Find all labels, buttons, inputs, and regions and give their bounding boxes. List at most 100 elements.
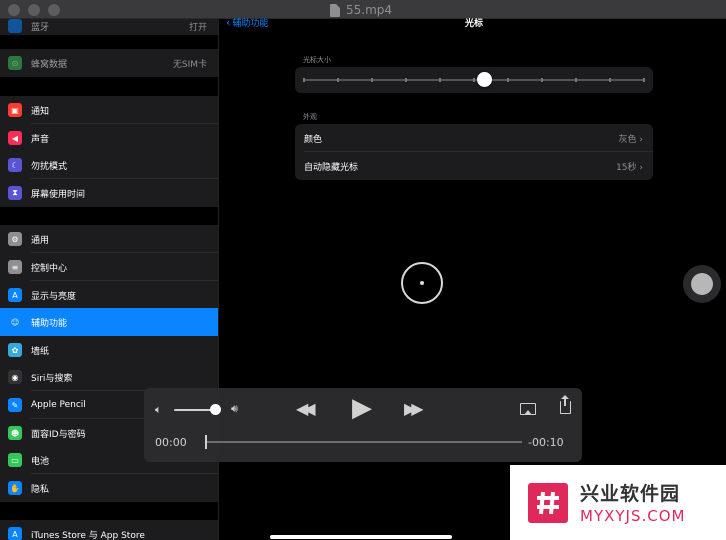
gear-icon: ⚙ [8,232,22,246]
sidebar-item-hourglass[interactable]: ⧗ 屏幕使用时间 [0,179,218,207]
chevron-right-icon: › [639,134,643,145]
back-button[interactable]: ‹ 辅助功能 [226,16,268,29]
auto-hide-row-value: 15秒 › [616,162,643,173]
volume-slider-knob[interactable] [210,404,222,415]
bluetooth-icon [8,19,22,33]
siri-icon: ◉ [8,370,22,384]
face-id-icon: ☻ [8,426,22,440]
timeline-scrubber[interactable] [206,441,522,443]
watermark: 兴业软件园 MYXYJS.COM [510,465,726,540]
appearance-card: 颜色 灰色 › 自动隐藏光标 15秒 › [295,124,653,180]
sidebar-item-label: 隐私 [31,484,50,495]
sidebar-item-label: 声音 [31,134,50,145]
sidebar-item-label: Siri与搜索 [31,373,73,384]
home-indicator [270,535,452,539]
sidebar-item-label: iTunes Store 与 App Store [31,530,145,540]
accessibility-icon: ☺ [8,315,22,329]
volume-high-icon: 🔊︎ [231,402,238,415]
sidebar-item-antenna[interactable]: ⊙ 蜂窝数据 无SIM卡 [0,49,218,77]
slider-tick [575,78,577,82]
remaining-time: -00:10 [528,436,564,449]
appearance-section-label: 外观 [303,113,317,121]
document-icon [330,3,340,17]
flower-icon: ✿ [8,343,22,357]
close-window-button[interactable] [8,4,20,16]
pointer-size-section-label: 光标大小 [303,56,331,64]
sidebar-item-label: 勿扰模式 [31,161,68,172]
sidebar-item-label: 控制中心 [31,263,68,274]
watermark-line2: MYXYJS.COM [580,507,686,525]
sidebar-item-gear[interactable]: ⚙ 通用 [0,225,218,253]
slider-tick [541,78,543,82]
color-row[interactable]: 颜色 灰色 › [295,124,653,152]
share-icon[interactable] [560,395,571,414]
sidebar-item-value: 无SIM卡 [172,59,207,70]
volume-low-icon: 🔈︎ [155,403,162,416]
pencil-icon: ✎ [8,398,22,412]
minimize-window-button[interactable] [28,4,40,16]
assistive-touch-button[interactable] [683,265,721,303]
sidebar-item-label: 蜂窝数据 [31,59,68,70]
slider-tick [609,78,611,82]
sidebar-item-notifications[interactable]: ▣ 通知 [0,96,218,124]
notifications-icon: ▣ [8,103,22,117]
video-player-controls: 🔈︎ 🔊︎ ◀◀ ▶ ▶▶ 00:00 -00:10 [144,388,582,462]
hand-icon: ✋ [8,481,22,495]
antenna-icon: ⊙ [8,56,22,70]
pointer-cursor [401,262,443,304]
moon-icon: ☾ [8,158,22,172]
sidebar-item-label: 蓝牙 [31,22,50,33]
sidebar-item-value: 打开 [188,22,207,33]
auto-hide-row[interactable]: 自动隐藏光标 15秒 › [295,152,653,180]
fast-forward-icon[interactable]: ▶▶ [404,401,423,417]
sidebar-item-label: 面容ID与密码 [31,429,86,440]
pointer-size-slider-track[interactable] [303,78,645,82]
sidebar-item-label: 通用 [31,235,50,246]
back-button-label: 辅助功能 [232,19,269,29]
sidebar-item-accessibility[interactable]: ☺ 辅助功能 [0,308,218,336]
sidebar-item-label: 电池 [31,456,50,467]
rewind-icon[interactable]: ◀◀ [296,401,315,417]
sidebar-item-text-size[interactable]: A 显示与亮度 [0,281,218,309]
window-title: 55.mp4 [330,1,392,19]
timeline-playhead[interactable] [205,435,207,449]
sidebar-item-switches[interactable]: ≡ 控制中心 [0,253,218,281]
sidebar-item-label: 辅助功能 [31,318,68,329]
sidebar-item-flower[interactable]: ✿ 墙纸 [0,336,218,364]
slider-tick [643,78,645,82]
slider-tick [439,78,441,82]
pointer-size-slider-thumb[interactable] [477,72,493,87]
sidebar-item-bluetooth[interactable]: 蓝牙 打开 [0,19,218,35]
sidebar-item-label: Apple Pencil [31,400,86,410]
slider-tick [371,78,373,82]
sidebar-item-app-store[interactable]: AiTunes Store 与 App Store [0,520,218,540]
sidebar-item-speaker[interactable]: ◀ 声音 [0,124,218,152]
speaker-icon: ◀ [8,131,22,145]
sidebar-item-hand[interactable]: ✋ 隐私 [0,474,218,502]
slider-tick [405,78,407,82]
slider-tick [303,78,305,82]
slider-tick [473,78,475,82]
play-icon[interactable]: ▶ [352,395,372,421]
zoom-window-button[interactable] [48,4,60,16]
sidebar-item-siri[interactable]: ◉ Siri与搜索 [0,363,218,391]
color-row-label: 颜色 [304,134,323,145]
sidebar-item-moon[interactable]: ☾ 勿扰模式 [0,151,218,179]
current-time: 00:00 [155,436,187,449]
slider-tick [507,78,509,82]
chevron-right-icon: › [639,162,643,173]
color-row-value: 灰色 › [618,134,644,145]
watermark-line1: 兴业软件园 [580,483,681,505]
text-size-icon: A [8,288,22,302]
sidebar-item-label: 墙纸 [31,346,50,357]
app-store-icon: A [8,527,22,540]
sidebar-item-label: 屏幕使用时间 [31,189,86,200]
slider-tick [337,78,339,82]
hash-logo-icon [528,483,568,523]
chevron-left-icon: ‹ [226,16,231,29]
page-title: 光标 [464,19,483,29]
window-titlebar: 55.mp4 [0,0,726,19]
hourglass-icon: ⧗ [8,186,22,200]
airplay-icon[interactable] [520,403,536,415]
switches-icon: ≡ [8,260,22,274]
